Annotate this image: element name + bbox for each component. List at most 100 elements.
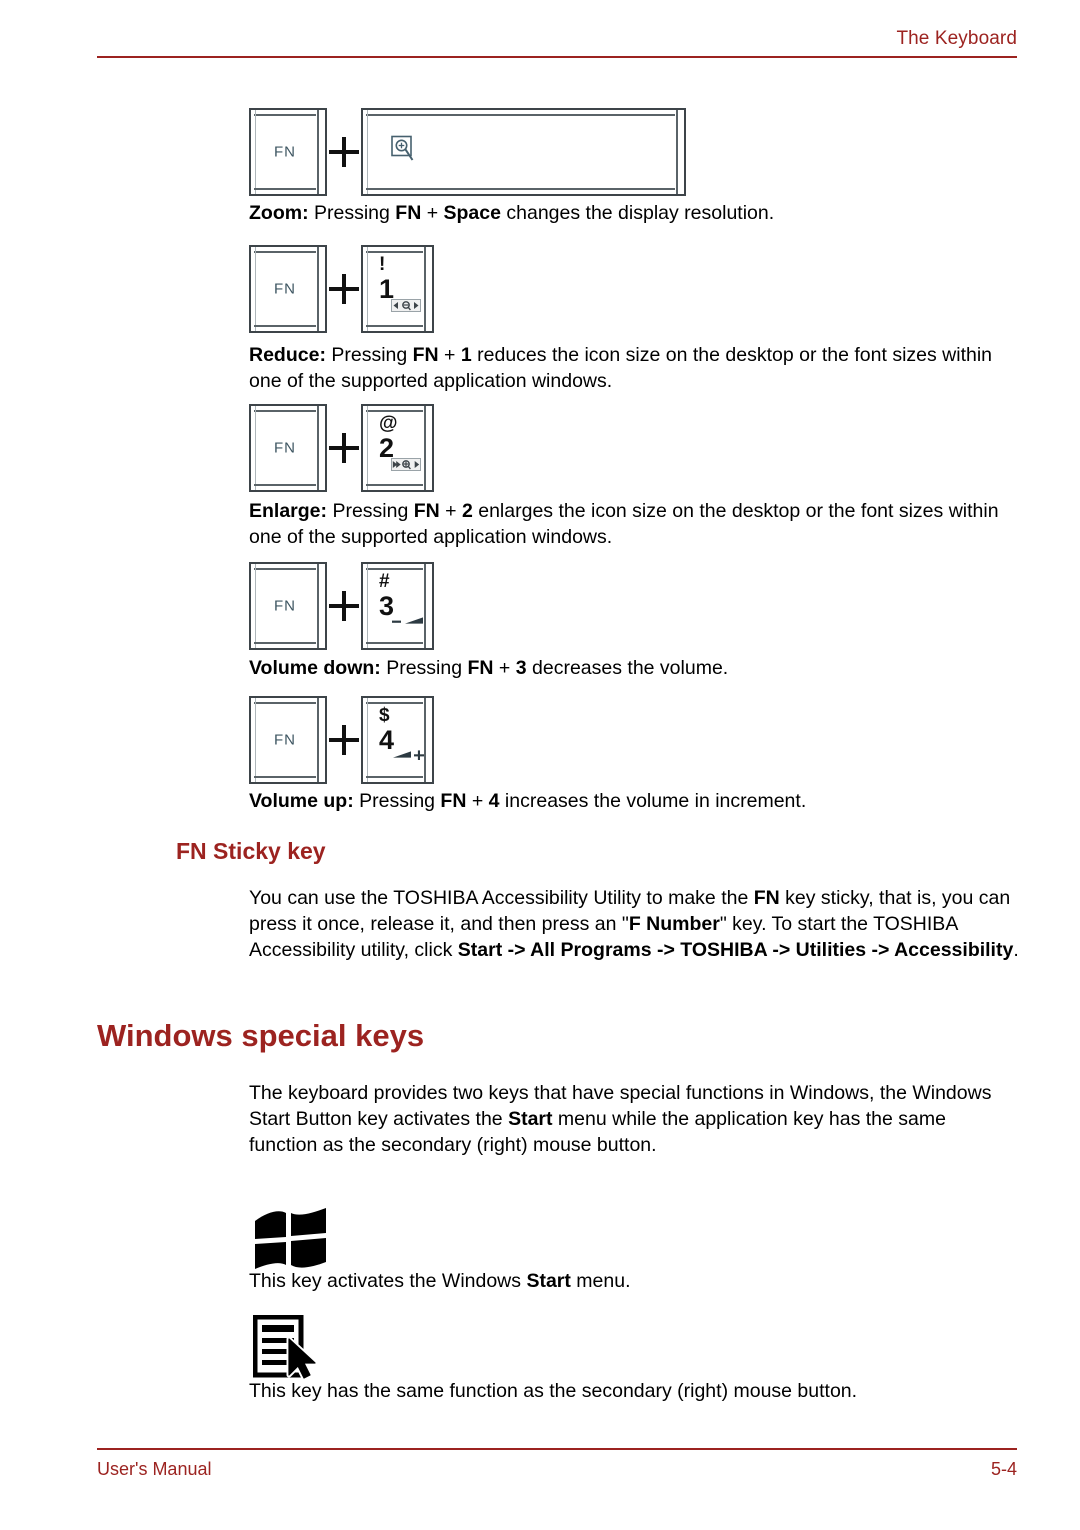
key-combo-volume-down: FN # 3 [249, 562, 434, 650]
space-key-graphic [361, 108, 686, 196]
sticky-text-a: You can use the TOSHIBA Accessibility Ut… [249, 887, 754, 909]
fn-sticky-paragraph: You can use the TOSHIBA Accessibility Ut… [249, 885, 1019, 963]
entry-enlarge-fn: FN [413, 500, 440, 522]
fn-key-graphic: FN [249, 108, 327, 196]
entry-volume-up-rest-a: Pressing [353, 790, 441, 812]
heading-windows-special-keys: Windows special keys [97, 1018, 425, 1053]
entry-volume-up-key: 4 [488, 790, 500, 812]
entry-volume-down-rest-b: decreases the volume. [526, 657, 729, 679]
plus-sign-icon [327, 108, 361, 196]
number-key-2-graphic: @ 2 [361, 404, 434, 492]
page-footer: User's Manual 5-4 [97, 1448, 1017, 1480]
zoom-magnifier-plus-icon [391, 135, 417, 169]
entry-volume-up-term: Volume up: [249, 790, 354, 812]
footer-manual-label: User's Manual [97, 1459, 212, 1479]
entry-zoom-fn: FN [395, 202, 422, 224]
entry-volume-down-key: 3 [515, 657, 527, 679]
footer-page-number: 5-4 [990, 1459, 1017, 1479]
key-2-symbol: @ [379, 413, 398, 434]
key-bevel-right [424, 698, 426, 782]
start-caption-a: This key activates the Windows [249, 1270, 527, 1292]
entry-volume-up-plus: + [466, 790, 489, 812]
entry-zoom-text: Zoom: Pressing FN + Space changes the di… [249, 200, 1019, 226]
entry-reduce-text: Reduce: Pressing FN + 1 reduces the icon… [249, 342, 1019, 394]
key-1-symbol: ! [379, 254, 386, 275]
key-legend: ! 1 [379, 255, 394, 303]
sticky-menu-path: Start -> All Programs -> TOSHIBA -> Util… [457, 939, 1014, 961]
entry-enlarge-text: Enlarge: Pressing FN + 2 enlarges the ic… [249, 498, 1019, 550]
entry-volume-down-plus: + [493, 657, 516, 679]
entry-zoom-plus: + [421, 202, 444, 224]
fn-key-label: FN [274, 143, 296, 161]
entry-zoom-key: Space [443, 202, 501, 224]
sticky-fn-bold: FN [753, 887, 780, 909]
entry-volume-down-fn: FN [467, 657, 494, 679]
key-bevel-left [367, 698, 368, 782]
key-3-symbol: # [379, 571, 390, 592]
volume-down-icon [392, 613, 426, 631]
entry-enlarge-key: 2 [461, 500, 473, 522]
plus-sign-icon [327, 562, 361, 650]
sticky-fnumber-bold: F Number [628, 913, 720, 935]
entry-zoom-rest-b: changes the display resolution. [500, 202, 775, 224]
key-4-symbol: $ [379, 705, 390, 726]
start-caption-bold: Start [526, 1270, 571, 1292]
entry-volume-down-text: Volume down: Pressing FN + 3 decreases t… [249, 655, 1019, 681]
key-combo-reduce: FN ! 1 [249, 245, 434, 333]
number-key-4-graphic: $ 4 [361, 696, 434, 784]
plus-sign-icon [327, 404, 361, 492]
key-combo-enlarge: FN @ 2 [249, 404, 434, 492]
volume-up-icon [392, 747, 426, 765]
fn-key-graphic: FN [249, 696, 327, 784]
entry-reduce-fn: FN [412, 344, 439, 366]
enlarge-icon [391, 458, 421, 476]
key-combo-zoom: FN [249, 108, 686, 196]
key-bevel-left [367, 247, 368, 331]
key-legend: @ 2 [379, 414, 398, 462]
entry-zoom-rest-a: Pressing [308, 202, 396, 224]
windows-flag-icon [253, 1208, 329, 1275]
entry-volume-down-term: Volume down: [249, 657, 381, 679]
entry-enlarge-plus: + [439, 500, 462, 522]
heading-fn-sticky-key: FN Sticky key [176, 838, 326, 864]
intro-start-bold: Start [508, 1108, 553, 1130]
number-key-3-graphic: # 3 [361, 562, 434, 650]
fn-key-label: FN [274, 439, 296, 457]
entry-volume-down-rest-a: Pressing [380, 657, 468, 679]
windows-keys-intro-paragraph: The keyboard provides two keys that have… [249, 1080, 1019, 1158]
entry-volume-up-fn: FN [440, 790, 467, 812]
header-title: The Keyboard [896, 28, 1017, 49]
entry-enlarge-rest-a: Pressing [327, 500, 414, 522]
entry-volume-up-rest-b: increases the volume in increment. [499, 790, 807, 812]
number-key-1-graphic: ! 1 [361, 245, 434, 333]
fn-key-label: FN [274, 280, 296, 298]
entry-reduce-key: 1 [460, 344, 472, 366]
fn-key-graphic: FN [249, 404, 327, 492]
fn-key-label: FN [274, 597, 296, 615]
entry-zoom-term: Zoom: [249, 202, 309, 224]
fn-key-label: FN [274, 731, 296, 749]
plus-sign-icon [327, 245, 361, 333]
entry-volume-up-text: Volume up: Pressing FN + 4 increases the… [249, 788, 1019, 814]
entry-reduce-term: Reduce: [249, 344, 326, 366]
reduce-icon [391, 299, 421, 317]
fn-key-graphic: FN [249, 245, 327, 333]
plus-sign-icon [327, 696, 361, 784]
entry-enlarge-term: Enlarge: [249, 500, 328, 522]
entry-reduce-plus: + [438, 344, 461, 366]
entry-reduce-rest-a: Pressing [325, 344, 413, 366]
key-bevel-right [424, 247, 426, 331]
windows-start-key-caption: This key activates the Windows Start men… [249, 1268, 1019, 1294]
fn-key-graphic: FN [249, 562, 327, 650]
key-bevel-right [424, 564, 426, 648]
start-caption-b: menu. [570, 1270, 631, 1292]
key-bevel-left [367, 110, 368, 194]
application-menu-cursor-icon [252, 1314, 323, 1384]
key-bevel-right [676, 110, 678, 194]
page-header: The Keyboard [97, 28, 1017, 58]
key-bevel-right [424, 406, 426, 490]
key-combo-volume-up: FN $ 4 [249, 696, 434, 784]
sticky-text-d: . [1013, 939, 1019, 961]
key-bevel-left [367, 564, 368, 648]
header-divider [97, 56, 1017, 58]
